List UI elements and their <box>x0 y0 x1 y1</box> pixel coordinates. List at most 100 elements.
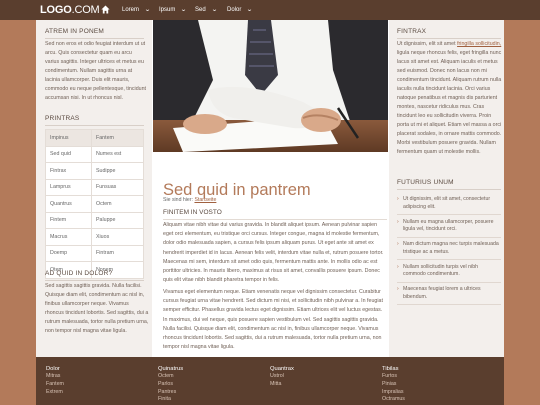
chevron-down-icon: ⌄ <box>144 7 151 13</box>
table-cell: Xiuos <box>90 228 145 246</box>
chevron-down-icon: ⌄ <box>210 7 218 13</box>
footer-heading: Quantrax <box>270 366 294 372</box>
breadcrumb-link-startseite[interactable]: Startseite <box>194 197 216 203</box>
footer-heading: Tibilas <box>382 366 399 372</box>
table-row: Fintrax Sudippe <box>45 162 145 180</box>
footer-heading: Quinatrus <box>158 366 184 372</box>
list-item-text: Nam dictum magna nec turpis malesuada tr… <box>403 241 499 255</box>
breadcrumb-prefix: Sie sind hier: <box>163 197 193 203</box>
main-paragraph-2: Vivamus eget elementum neque. Etiam vene… <box>163 289 383 351</box>
footer-link[interactable]: Extrem <box>46 389 146 397</box>
left-heading-printras: PRINTRAS <box>45 115 80 122</box>
right-heading-fintrax: FINTRAX <box>397 28 427 35</box>
table-cell: Paluppe <box>90 211 145 229</box>
left-heading-atrem: ATREM IN PONEM <box>45 28 105 35</box>
table-cell: Fintram <box>90 244 145 262</box>
footer-link[interactable]: Fantem <box>46 381 146 389</box>
top-navigation-bar: LOGO.COM Lorem ⌄ Ipsum ⌄ Sed ⌄ Dolor ⌄ <box>0 0 540 20</box>
divider <box>397 189 501 190</box>
hero-image-businessman-writing <box>153 20 388 152</box>
right-sidebar: FINTRAX Ut dignissim, elit sit amet frin… <box>389 20 504 357</box>
footer-link[interactable]: Pantres <box>158 389 258 397</box>
footer-column: Quantrax Ustrol Mitta <box>270 365 370 389</box>
table-row: Sed quid Numes est <box>45 145 145 163</box>
table-cell: Impinus <box>45 129 92 147</box>
section-heading-finitem: FINITEM IN VOSTO <box>163 209 222 216</box>
list-item-text: Nullam eu magna ullamcorper, posuere lig… <box>403 218 494 233</box>
table-cell: Sudippe <box>90 162 145 180</box>
bullet-arrow-icon: › <box>397 263 399 270</box>
table-row: Lamprus Funsuas <box>45 178 145 196</box>
breadcrumb: Sie sind hier: Startseite <box>163 197 216 204</box>
nav-item-lorem[interactable]: Lorem ⌄ <box>122 5 151 15</box>
list-item: › Nullam eu magna ullamcorper, posuere li… <box>397 219 501 238</box>
table-row: Quantrus Octem <box>45 195 145 213</box>
table-cell: Lamprus <box>45 178 92 196</box>
footer-link[interactable]: Octem <box>158 373 258 381</box>
nav-item-ipsum[interactable]: Ipsum ⌄ <box>159 5 188 15</box>
chevron-down-icon: ⌄ <box>246 7 254 13</box>
main-paragraph-1: Aliquam vitae nibh vitae dui varius grav… <box>163 222 384 284</box>
left-paragraph-1: Sed non eros et odio feugiat interdum ut… <box>45 41 147 101</box>
table-cell: Numes est <box>90 145 145 163</box>
footer-link[interactable]: Ustrol <box>270 373 370 381</box>
table-cell: Quantrus <box>45 195 92 213</box>
chevron-down-icon: ⌄ <box>180 7 188 13</box>
divider <box>397 38 501 39</box>
bullet-arrow-icon: › <box>397 286 399 292</box>
footer-column: Dolor Mitras Fantem Extrem <box>46 365 146 396</box>
table-cell: Sed quid <box>45 145 92 163</box>
left-paragraph-3: Sed sagittis sagittis gravida. Nulla fac… <box>45 283 149 334</box>
table-row: Doemp Fintram <box>45 244 145 262</box>
table-cell: Doemp <box>45 244 92 262</box>
divider <box>45 38 144 39</box>
bullet-arrow-icon: › <box>397 196 399 202</box>
footer-column: Quinatrus Octem Parlos Pantres Finita <box>158 365 258 404</box>
table-row: Fintem Paluppe <box>45 211 145 229</box>
footer-link[interactable]: Octramus <box>382 396 482 404</box>
table-cell: Fintrax <box>45 162 92 180</box>
table-row: Macrus Xiuos <box>45 228 145 246</box>
bullet-arrow-icon: › <box>397 241 399 247</box>
list-item: › Maecenas feugiat lorem a ultrices biben… <box>397 286 501 305</box>
footer-link[interactable]: Parlos <box>158 381 258 389</box>
site-logo[interactable]: LOGO.COM <box>40 4 100 16</box>
home-icon[interactable] <box>101 5 110 14</box>
table-cell: Fintem <box>45 211 92 229</box>
footer-column: Tibilas Furtos Pinias Impralias Octramus <box>382 365 482 404</box>
list-item-text: Maecenas feugiat lorem a ultrices bibend… <box>403 286 481 300</box>
content-frame: ATREM IN PONEM Sed non eros et odio feug… <box>36 20 504 357</box>
table-cell: Macrus <box>45 228 92 246</box>
printras-table: Impinus Fantem Sed quid Numes est Fintrax Sud… <box>45 129 145 279</box>
list-item: › Nam dictum magna nec turpis malesuada t… <box>397 241 501 260</box>
footer-link[interactable]: Furtos <box>382 373 482 381</box>
divider <box>45 125 144 126</box>
table-cell: Octem <box>90 195 145 213</box>
right-paragraph-text: Ut dignissim, elit sit amet <box>397 41 456 47</box>
right-heading-futurius: FUTURIUS UNUM <box>397 179 454 186</box>
footer: Dolor Mitras Fantem Extrem Quinatrus Octem Par… <box>36 357 504 405</box>
footer-link[interactable]: Mitras <box>46 373 146 381</box>
table-row: Impinus Fantem <box>45 129 145 147</box>
footer-link[interactable]: Pinias <box>382 381 482 389</box>
footer-heading: Dolor <box>46 366 60 372</box>
list-item-text: Nullam sollicitudin turpis vel nibh comm… <box>403 263 478 278</box>
nav-item-sed[interactable]: Sed ⌄ <box>195 5 217 15</box>
right-paragraph: Ut dignissim, elit sit amet fringilla so… <box>397 40 503 157</box>
list-item: › Nullam sollicitudin turpis vel nibh com… <box>397 264 501 283</box>
footer-link[interactable]: Impralias <box>382 389 482 397</box>
table-cell: Fantem <box>90 129 145 147</box>
list-item: › Ut dignissim, elit sit amet, consectetu… <box>397 196 501 215</box>
nav-item-dolor[interactable]: Dolor ⌄ <box>227 5 254 15</box>
footer-link[interactable]: Finita <box>158 396 258 404</box>
futurius-list: › Ut dignissim, elit sit amet, consectetu… <box>397 196 501 309</box>
divider <box>45 280 144 281</box>
fringilla-link[interactable]: fringilla sollicitudin, <box>457 41 501 47</box>
divider <box>163 219 387 220</box>
table-cell: Funsuas <box>90 178 145 196</box>
footer-link[interactable]: Mitta <box>270 381 370 389</box>
left-sidebar: ATREM IN PONEM Sed non eros et odio feug… <box>36 20 152 357</box>
list-item-text: Ut dignissim, elit sit amet, consectetur… <box>403 196 491 210</box>
left-heading-ad-quid: AD QUID IN DOLOR? <box>45 270 113 277</box>
bullet-arrow-icon: › <box>397 218 399 225</box>
